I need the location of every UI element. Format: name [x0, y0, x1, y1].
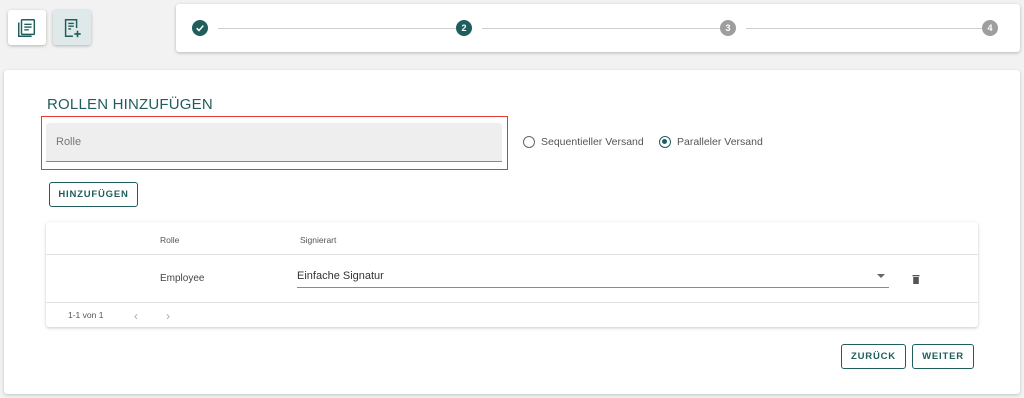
step-connector: [482, 28, 720, 29]
check-icon: [196, 25, 204, 32]
row-role: Employee: [160, 273, 205, 284]
page-title: ROLLEN HINZUFÜGEN: [47, 96, 213, 113]
signature-type-value: Einfache Signatur: [297, 270, 384, 282]
role-input[interactable]: [46, 123, 502, 161]
radio-sequential[interactable]: Sequentieller Versand: [523, 136, 644, 148]
dropdown-arrow-icon: [877, 274, 885, 278]
chevron-left-icon[interactable]: ‹: [134, 309, 138, 323]
main-card: ROLLEN HINZUFÜGEN Sequentieller Versand …: [4, 70, 1020, 394]
radio-parallel-control[interactable]: [659, 136, 671, 148]
header-divider: [46, 254, 978, 255]
add-button[interactable]: HINZUFÜGEN: [49, 182, 138, 207]
step-1[interactable]: [192, 20, 208, 36]
chevron-right-icon[interactable]: ›: [166, 309, 170, 323]
document-add-icon: [64, 18, 81, 37]
step-3[interactable]: 3: [720, 20, 736, 36]
next-button[interactable]: WEITER: [912, 344, 974, 369]
radio-sequential-control[interactable]: [523, 136, 535, 148]
step-connector: [218, 28, 456, 29]
signature-type-select[interactable]: Einfache Signatur: [297, 266, 889, 288]
back-button[interactable]: ZURÜCK: [841, 344, 906, 369]
document-add-button[interactable]: [53, 10, 91, 45]
document-list-icon: [18, 18, 36, 37]
role-field[interactable]: [46, 123, 502, 162]
stepper: 2 3 4: [176, 4, 1020, 52]
document-list-button[interactable]: [8, 10, 46, 45]
step-4[interactable]: 4: [982, 20, 998, 36]
radio-parallel-label: Paralleler Versand: [677, 136, 763, 148]
pagination-range: 1-1 von 1: [68, 310, 104, 320]
column-header-signature-type: Signierart: [300, 235, 337, 245]
footer-divider: [46, 302, 978, 303]
radio-parallel[interactable]: Paralleler Versand: [659, 136, 763, 148]
radio-sequential-label: Sequentieller Versand: [541, 136, 644, 148]
roles-table: Rolle Signierart Employee Einfache Signa…: [46, 222, 978, 327]
step-2[interactable]: 2: [456, 20, 472, 36]
trash-icon[interactable]: [912, 275, 920, 284]
column-header-role: Rolle: [160, 235, 180, 245]
step-connector: [746, 28, 982, 29]
